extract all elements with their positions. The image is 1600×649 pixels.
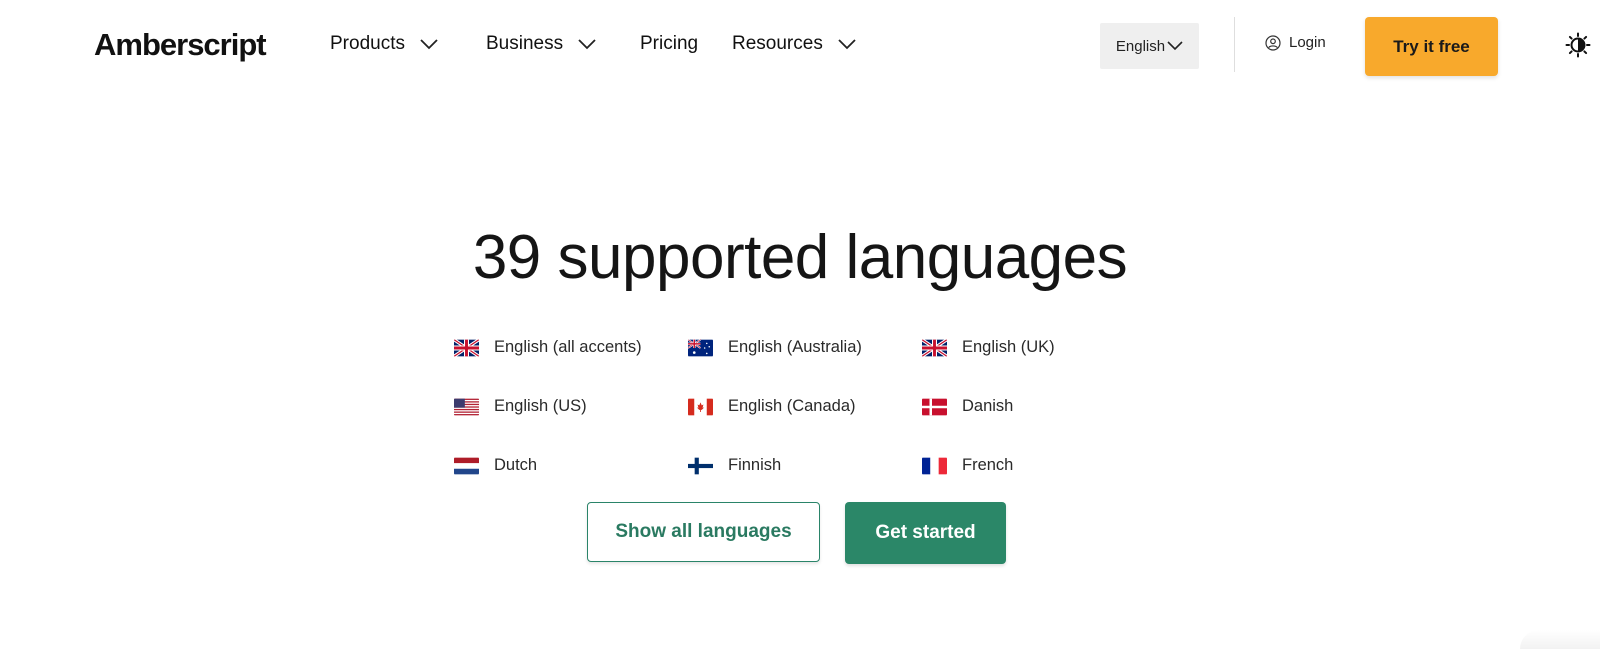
denmark-flag-icon [922,398,947,416]
australia-flag-icon [688,338,713,357]
list-item: French [922,436,1154,495]
language-select[interactable]: English [1100,23,1199,69]
chevron-down-icon [837,38,857,50]
language-label: English (all accents) [494,338,642,356]
chevron-down-icon [577,38,597,50]
language-list: English (all accents) English (Australia… [454,318,1154,495]
show-all-languages-button[interactable]: Show all languages [587,502,820,562]
language-select-value: English [1115,37,1166,55]
france-flag-icon [922,457,947,475]
nav-products[interactable]: Products [330,33,439,55]
language-label: Finnish [728,456,782,474]
nav-pricing-label: Pricing [640,33,699,54]
login-link[interactable]: Login [1265,34,1326,51]
get-started-button[interactable]: Get started [845,502,1006,564]
site-header: Amberscript Products Business Pricing Re… [0,0,1600,90]
page-title: 39 supported languages [472,223,1128,292]
list-item: Dutch [454,436,688,495]
nav-products-label: Products [330,33,405,54]
language-label: English (Australia) [728,338,862,356]
language-label: English (Canada) [728,397,856,415]
language-label: English (US) [494,397,587,415]
header-divider [1234,17,1235,72]
list-item: English (Canada) [688,377,922,436]
nav-resources-label: Resources [732,33,823,54]
nav-business-label: Business [486,33,564,54]
list-item: English (US) [454,377,688,436]
netherlands-flag-icon [454,457,479,475]
language-label: English (UK) [962,338,1055,356]
canada-flag-icon [688,398,713,416]
language-label: Dutch [494,456,538,474]
us-flag-icon [454,398,479,416]
amberscript-logo[interactable]: Amberscript [94,27,267,63]
list-item: English (all accents) [454,318,688,377]
chevron-down-icon [1167,41,1183,51]
nav-business[interactable]: Business [486,33,597,55]
uk-flag-icon [922,338,947,357]
list-item: Danish [922,377,1154,436]
list-item: English (Australia) [688,318,922,377]
language-label: Danish [962,397,1014,415]
list-item: Finnish [688,436,922,495]
corner-decoration [1520,630,1600,649]
finland-flag-icon [688,457,713,475]
contrast-icon[interactable] [1565,32,1591,58]
language-label: French [962,456,1014,474]
chevron-down-icon [419,38,439,50]
user-icon [1265,34,1281,51]
uk-flag-icon [454,338,479,357]
try-it-free-button[interactable]: Try it free [1365,17,1498,76]
login-label: Login [1289,34,1326,51]
nav-pricing[interactable]: Pricing [640,33,698,55]
nav-resources[interactable]: Resources [732,33,857,55]
list-item: English (UK) [922,318,1154,377]
